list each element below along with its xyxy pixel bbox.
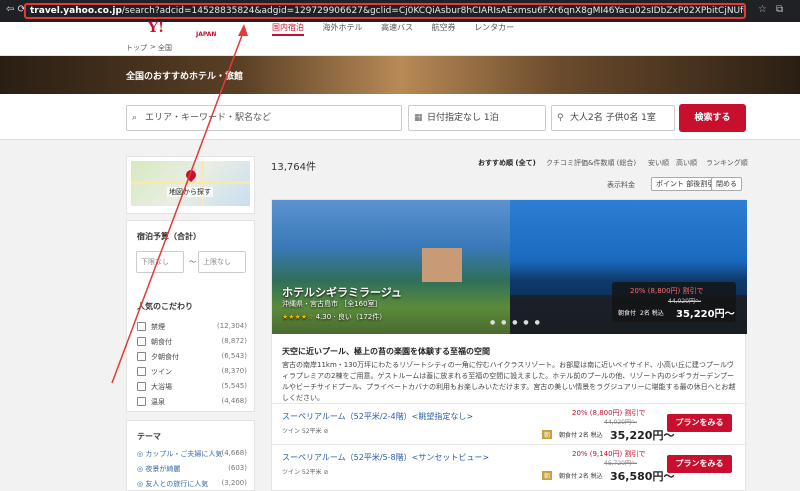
annotation-line: [111, 29, 245, 384]
arrowhead-icon: [238, 24, 248, 36]
annotation-arrow: [111, 24, 248, 384]
